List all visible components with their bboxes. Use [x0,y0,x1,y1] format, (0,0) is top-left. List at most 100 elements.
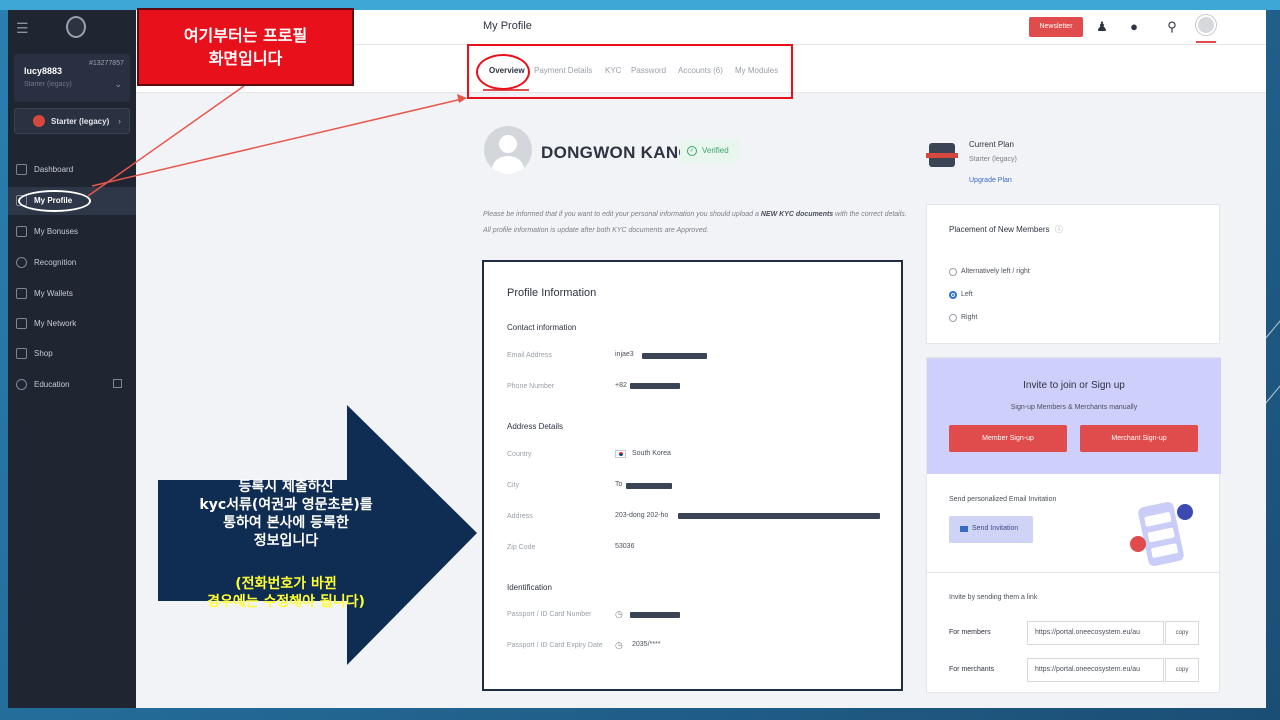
callout-line: 화면입니다 [208,49,283,68]
sidebar-item-recognition[interactable]: Recognition [8,249,136,277]
upgrade-plan-link[interactable]: Upgrade Plan [969,177,1012,184]
current-plan-title: Current Plan [969,140,1014,149]
invite-card: Invite to join or Sign up Sign-up Member… [926,357,1221,693]
placement-card: Placement of New Members ⓘ Alternatively… [926,204,1220,344]
avatar[interactable] [1196,15,1216,35]
hamburger-menu-icon[interactable]: ☰ [16,20,29,37]
sidebar-item-my-network[interactable]: My Network [8,310,136,338]
arrow-text-line: 등록시 제출하신 [238,479,334,495]
radio-alternatively[interactable] [949,268,957,276]
field-label: Zip Code [507,544,536,551]
note-text: Please be informed that if you want to e… [483,211,759,218]
arrow-annotation-note: (전화번호가 바뀐 경우에는 수정해야 됩니다) [162,575,410,611]
sidebar-item-label: Education [34,380,70,389]
passport-icon: ◷ [615,609,623,619]
cart-icon[interactable]: ⚲ [1164,19,1180,35]
page-title: My Profile [483,20,532,32]
wallet-icon [16,288,27,299]
user-tier: Starter (legacy) [24,81,72,88]
divider [927,572,1221,573]
newsletter-button[interactable]: Newsletter [1029,17,1083,37]
question-icon[interactable]: ⓘ [1055,224,1063,235]
sidebar-item-my-bonuses[interactable]: My Bonuses [8,218,136,246]
illustration-card [1144,511,1172,527]
illustration-card [1147,527,1175,543]
country-value: South Korea [632,450,671,457]
placement-title: Placement of New Members [949,225,1050,234]
section-heading: Identification [507,583,552,592]
profile-name: DONGWON KANG [541,143,692,162]
copy-members-link-button[interactable]: copy [1165,621,1199,645]
chevron-right-icon: › [118,116,121,126]
member-signup-button[interactable]: Member Sign-up [949,425,1067,452]
sidebar-item-dashboard[interactable]: Dashboard [8,156,136,184]
arrow-text-line: 통하여 본사에 등록한 [223,515,349,531]
redaction-bar [678,513,880,519]
calendar-icon [16,226,27,237]
verified-label: Verified [702,146,729,155]
avatar-head-shape [499,135,517,153]
add-user-icon[interactable]: ♟ [1094,19,1110,35]
arrow-text-line: 정보입니다 [253,533,319,549]
invite-header-panel: Invite to join or Sign up Sign-up Member… [927,358,1221,474]
brand-logo[interactable] [66,16,86,38]
field-label: Passport / ID Card Expiry Date [507,642,603,649]
sidebar-item-label: My Wallets [34,289,73,298]
arrow-annotation-text: 등록시 제출하신 kyc서류(여권과 영문초본)를 통하여 본사에 등록한 정보… [162,478,410,550]
cart-icon [16,348,27,359]
members-link-field[interactable]: https://portal.oneecosystem.eu/au [1027,621,1164,645]
sidebar-item-my-wallets[interactable]: My Wallets [8,280,136,308]
current-plan-value: Starter (legacy) [969,156,1017,163]
merchant-signup-button[interactable]: Merchant Sign-up [1080,425,1198,452]
user-bubble-icon [1130,536,1146,552]
passport-icon: ◷ [615,640,623,650]
plan-badge-icon [926,143,958,167]
sidebar-item-label: My Bonuses [34,227,79,236]
field-label: Address [507,513,533,520]
sidebar-item-label: Shop [34,349,53,358]
send-invitation-button[interactable]: Send Invitation [949,516,1033,543]
field-label: City [507,482,520,489]
sidebar-item-education[interactable]: Education [8,371,136,399]
merchants-link-label: For merchants [949,666,995,673]
email-invite-title: Send personalized Email Invitation [949,496,1057,503]
sidebar: ☰ lucy8883 #13277857 Starter (legacy) ⌄ … [8,10,136,708]
user-card[interactable]: lucy8883 #13277857 Starter (legacy) ⌄ [14,54,130,102]
radio-left[interactable] [949,291,957,299]
user-id: #13277857 [88,60,124,67]
check-circle-icon: ✓ [687,146,697,156]
field-label: Passport / ID Card Number [507,611,592,618]
expiry-value: 2035/**** [632,641,661,648]
external-link-icon [113,379,122,388]
sidebar-item-shop[interactable]: Shop [8,340,136,368]
merchants-link-field[interactable]: https://portal.oneecosystem.eu/au [1027,658,1164,682]
annotation-ellipse-overview [476,54,530,90]
sidebar-item-label: Dashboard [34,165,74,174]
redaction-bar [630,383,680,389]
annotation-ellipse-my-profile [18,190,91,212]
verified-badge: ✓ Verified [680,139,740,163]
note-bold-text: NEW KYC documents [760,211,834,218]
field-label: Phone Number [507,383,555,390]
illustration-card [1150,543,1179,559]
plan-label: Starter (legacy) [51,117,110,126]
radio-right[interactable] [949,314,957,322]
chat-icon[interactable]: ● [1126,19,1142,35]
profile-avatar [484,126,532,174]
username: lucy8883 [24,66,63,76]
graduation-cap-icon [16,379,27,390]
active-indicator [1196,41,1216,43]
home-icon [16,164,27,175]
chevron-down-icon[interactable]: ⌄ [114,79,122,90]
korea-flag-icon [615,450,626,458]
city-value: To [615,481,623,488]
star-icon [16,257,27,268]
section-heading: Address Details [507,422,564,431]
copy-merchants-link-button[interactable]: copy [1165,658,1199,682]
redaction-bar [630,612,680,618]
plan-button[interactable]: Starter (legacy) › [14,108,130,134]
annotation-callout: 여기부터는 프로필 화면입니다 [137,8,354,86]
redaction-bar [642,353,707,359]
invite-title: Invite to join or Sign up [1023,380,1125,391]
user-bubble-icon [1177,504,1193,520]
